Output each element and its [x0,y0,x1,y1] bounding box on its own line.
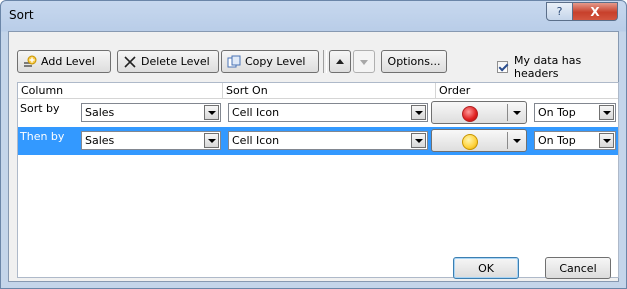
help-icon: ? [556,5,563,18]
title-bar[interactable]: Sort ? X [1,1,626,31]
split-divider [507,104,508,121]
add-level-button[interactable]: Add Level [17,50,111,73]
headers-checkbox-row[interactable]: My data has headers [497,54,618,80]
delete-x-icon [124,55,136,68]
sort-on-select[interactable]: Cell Icon [228,103,428,122]
row-label: Sort by [20,102,60,115]
sort-dialog: Sort ? X Add Level Delete Level Copy Lev… [0,0,627,289]
dropdown-arrow-icon [411,105,426,120]
sort-level-row[interactable]: Sort by Sales Cell Icon On Top [18,99,618,127]
dialog-body: Add Level Delete Level Copy Level Option… [8,31,619,282]
red-circle-icon [462,106,478,122]
options-label: Options... [387,55,441,68]
dropdown-arrow-icon [513,111,521,115]
sort-on-select[interactable]: Cell Icon [228,131,428,150]
yellow-circle-icon [462,134,478,150]
add-level-icon [24,55,37,67]
order-icon-select[interactable] [431,129,527,152]
order-icon-select[interactable] [431,101,527,124]
copy-level-label: Copy Level [245,55,306,68]
add-level-label: Add Level [41,55,95,68]
order-header: Order [436,83,618,99]
column-select[interactable]: Sales [81,131,221,150]
row-label: Then by [20,130,65,143]
dropdown-arrow-icon [513,139,521,143]
close-button[interactable]: X [572,2,618,21]
dropdown-arrow-icon [599,133,614,148]
sort-on-value: Cell Icon [232,106,280,119]
move-down-button[interactable] [353,50,375,73]
dropdown-arrow-icon [204,105,219,120]
up-arrow-icon [336,59,344,64]
close-icon: X [590,4,600,19]
move-up-button[interactable] [329,50,351,73]
copy-level-button[interactable]: Copy Level [221,50,319,73]
window-title: Sort [9,8,34,22]
sort-level-row-selected[interactable]: Then by Sales Cell Icon On Top [18,127,618,155]
position-select[interactable]: On Top [534,103,616,122]
down-arrow-icon [360,60,368,65]
help-button[interactable]: ? [546,2,573,21]
sort-levels-grid: Column Sort On Order Sort by Sales Cell … [17,82,619,278]
headers-checkbox[interactable] [497,61,509,73]
split-divider [507,132,508,149]
toolbar-separator [323,50,327,73]
ok-button[interactable]: OK [453,257,519,279]
dropdown-arrow-icon [599,105,614,120]
sort-on-header: Sort On [223,83,436,99]
position-value: On Top [538,106,576,119]
sort-on-value: Cell Icon [232,134,280,147]
column-select[interactable]: Sales [81,103,221,122]
dropdown-arrow-icon [411,133,426,148]
position-value: On Top [538,134,576,147]
delete-level-label: Delete Level [141,55,210,68]
column-value: Sales [85,106,115,119]
headers-checkbox-label: My data has headers [514,54,582,80]
position-select[interactable]: On Top [534,131,616,150]
options-button[interactable]: Options... [381,50,447,73]
dropdown-arrow-icon [204,133,219,148]
column-value: Sales [85,134,115,147]
copy-icon [227,55,241,67]
delete-level-button[interactable]: Delete Level [117,50,219,73]
column-header: Column [18,83,223,99]
cancel-button[interactable]: Cancel [545,257,611,279]
